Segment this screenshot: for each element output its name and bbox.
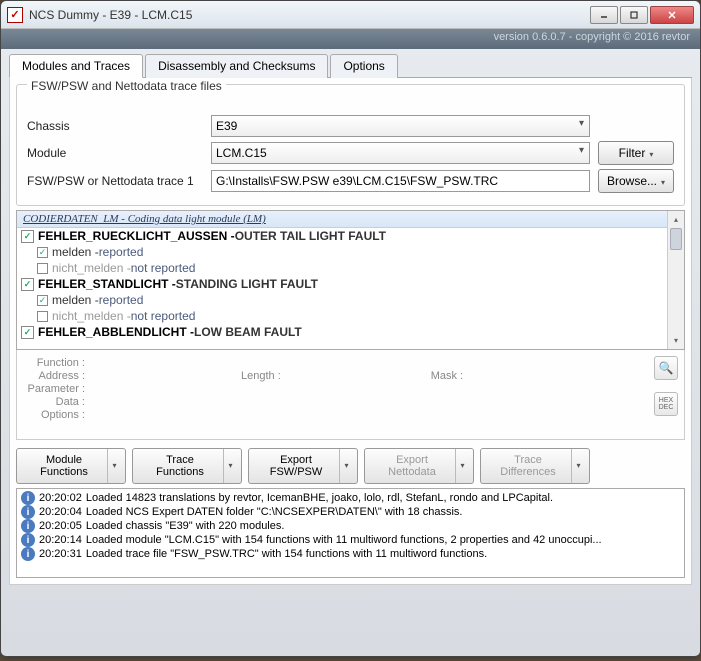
- trace-functions-button[interactable]: TraceFunctions▾: [132, 448, 242, 484]
- action-button-row: ModuleFunctions▾ TraceFunctions▾ ExportF…: [16, 448, 685, 484]
- minimize-button[interactable]: [590, 6, 618, 24]
- export-nettodata-button[interactable]: ExportNettodata▾: [364, 448, 474, 484]
- checkbox-icon[interactable]: [37, 247, 48, 258]
- detail-length-label: Length :: [241, 370, 281, 382]
- module-label: Module: [27, 146, 211, 160]
- log-entry: i20:20:04 Loaded NCS Expert DATEN folder…: [19, 505, 682, 519]
- coding-option[interactable]: melden - reported: [17, 292, 684, 308]
- detail-data-label: Data :: [25, 396, 85, 408]
- scrollbar-vertical[interactable]: ▴ ▾: [667, 211, 684, 349]
- tabstrip: Modules and Traces Disassembly and Check…: [9, 53, 692, 78]
- coding-option[interactable]: nicht_melden - not reported: [17, 308, 684, 324]
- window-title: NCS Dummy - E39 - LCM.C15: [29, 8, 590, 22]
- log-entry: i20:20:05 Loaded chassis "E39" with 220 …: [19, 519, 682, 533]
- coding-option[interactable]: nicht_melden - not reported: [17, 260, 684, 276]
- info-icon: i: [21, 505, 35, 519]
- info-icon: i: [21, 547, 35, 561]
- chassis-select[interactable]: [211, 115, 590, 137]
- main-panel: FSW/PSW and Nettodata trace files Chassi…: [9, 78, 692, 585]
- tab-disassembly[interactable]: Disassembly and Checksums: [145, 54, 328, 78]
- checkbox-icon[interactable]: [37, 263, 48, 274]
- maximize-button[interactable]: [620, 6, 648, 24]
- log-entry: i20:20:14 Loaded module "LCM.C15" with 1…: [19, 533, 682, 547]
- module-functions-button[interactable]: ModuleFunctions▾: [16, 448, 126, 484]
- hex-dec-button[interactable]: HEXDEC: [654, 392, 678, 416]
- coding-section[interactable]: FEHLER_STANDLICHT - STANDING LIGHT FAULT: [17, 276, 684, 292]
- scroll-up-icon[interactable]: ▴: [668, 211, 684, 228]
- fieldset-legend: FSW/PSW and Nettodata trace files: [27, 79, 226, 93]
- log-entry: i20:20:02 Loaded 14823 translations by r…: [19, 491, 682, 505]
- tab-options[interactable]: Options: [330, 54, 397, 78]
- log-entry: i20:20:31 Loaded trace file "FSW_PSW.TRC…: [19, 547, 682, 561]
- log-panel[interactable]: i20:20:02 Loaded 14823 translations by r…: [16, 488, 685, 578]
- checkbox-icon[interactable]: [21, 278, 34, 291]
- detail-address-label: Address :: [25, 370, 85, 382]
- detail-parameter-label: Parameter :: [25, 383, 85, 395]
- app-window: NCS Dummy - E39 - LCM.C15 version 0.6.0.…: [0, 0, 701, 657]
- scroll-down-icon[interactable]: ▾: [668, 332, 684, 349]
- trace-differences-button[interactable]: TraceDifferences▾: [480, 448, 590, 484]
- info-icon: i: [21, 519, 35, 533]
- checkbox-icon[interactable]: [21, 230, 34, 243]
- filter-button[interactable]: Filter: [598, 141, 674, 165]
- chassis-label: Chassis: [27, 119, 211, 133]
- tab-modules-traces[interactable]: Modules and Traces: [9, 54, 143, 78]
- app-icon: [7, 7, 23, 23]
- close-button[interactable]: [650, 6, 694, 24]
- detail-options-label: Options :: [25, 409, 85, 421]
- coding-option[interactable]: melden - reported: [17, 244, 684, 260]
- scroll-thumb[interactable]: [670, 228, 682, 250]
- search-icon[interactable]: 🔍: [654, 356, 678, 380]
- browse-button[interactable]: Browse...: [598, 169, 674, 193]
- coding-section[interactable]: FEHLER_RUECKLICHT_AUSSEN - OUTER TAIL LI…: [17, 228, 684, 244]
- version-bar: version 0.6.0.7 - copyright © 2016 revto…: [1, 29, 700, 49]
- export-fswpsw-button[interactable]: ExportFSW/PSW▾: [248, 448, 358, 484]
- trace-label: FSW/PSW or Nettodata trace 1: [27, 174, 211, 188]
- coding-list-header: CODIERDATEN_LM - Coding data light modul…: [17, 211, 684, 228]
- checkbox-icon[interactable]: [37, 295, 48, 306]
- trace-path-input[interactable]: [211, 170, 590, 192]
- coding-list[interactable]: CODIERDATEN_LM - Coding data light modul…: [16, 210, 685, 350]
- titlebar[interactable]: NCS Dummy - E39 - LCM.C15: [1, 1, 700, 29]
- details-pane: Function : Address : Length : Mask : Par…: [16, 350, 685, 440]
- module-select[interactable]: [211, 142, 590, 164]
- checkbox-icon[interactable]: [37, 311, 48, 322]
- coding-section[interactable]: FEHLER_ABBLENDLICHT - LOW BEAM FAULT: [17, 324, 684, 340]
- checkbox-icon[interactable]: [21, 326, 34, 339]
- info-icon: i: [21, 533, 35, 547]
- trace-files-fieldset: FSW/PSW and Nettodata trace files Chassi…: [16, 84, 685, 206]
- detail-function-label: Function :: [25, 357, 85, 369]
- info-icon: i: [21, 491, 35, 505]
- detail-mask-label: Mask :: [431, 370, 463, 382]
